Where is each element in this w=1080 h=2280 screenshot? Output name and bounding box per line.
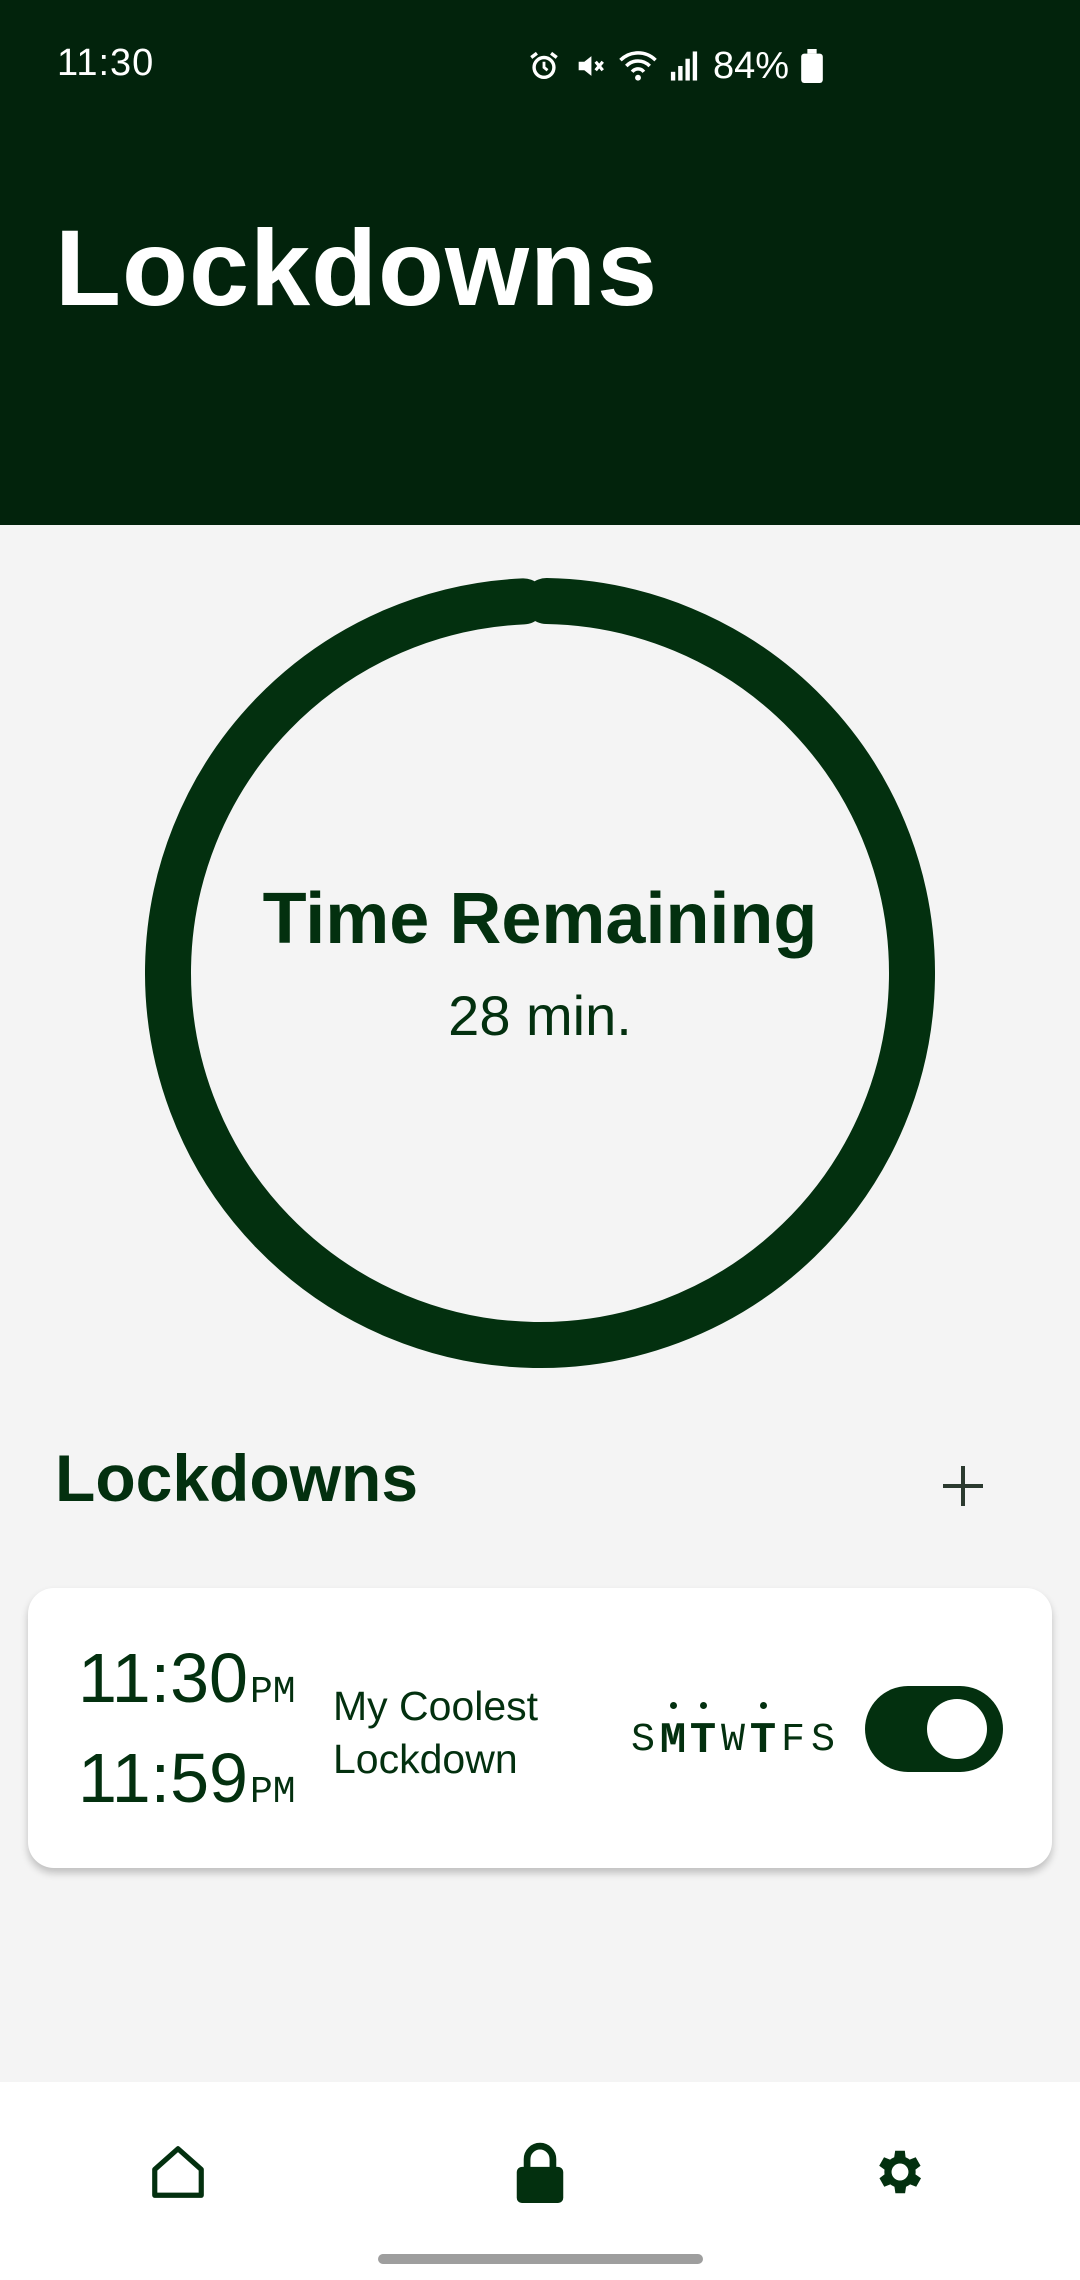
start-time-period: PM — [249, 1671, 296, 1714]
start-time-value: 11:30 — [78, 1639, 248, 1717]
progress-arc — [145, 578, 935, 1368]
section-title: Lockdowns — [55, 1441, 419, 1515]
day-tuesday: T — [688, 1702, 718, 1766]
lockdown-toggle[interactable] — [865, 1686, 1003, 1772]
battery-percent: 84% — [713, 44, 790, 87]
nav-home-button[interactable] — [138, 2132, 218, 2212]
day-monday: M — [658, 1702, 688, 1766]
wifi-icon — [619, 51, 657, 81]
bottom-nav — [0, 2082, 1080, 2280]
progress-ring — [145, 578, 935, 1368]
active-day-dot — [669, 1702, 677, 1709]
day-friday: F — [780, 1718, 805, 1763]
timer-title: Time Remaining — [262, 879, 818, 959]
day-tuesday-label: T — [689, 1716, 717, 1766]
day-thursday-label: T — [749, 1716, 777, 1766]
day-saturday: S — [810, 1718, 835, 1763]
signal-icon — [670, 51, 698, 81]
lockdown-name: My Coolest Lockdown — [333, 1680, 573, 1786]
gear-icon — [879, 2150, 922, 2194]
end-time: 11:59PM — [78, 1738, 296, 1818]
weekday-selector: S M T W T F S — [628, 1666, 838, 1766]
lock-icon — [516, 2142, 564, 2203]
timer-ring: Time Remaining 28 min. — [145, 578, 935, 1368]
screen: 11:30 84% Lockdowns Time Remaining 28 mi… — [0, 0, 1080, 2280]
end-time-value: 11:59 — [78, 1739, 248, 1817]
battery-icon — [801, 49, 823, 83]
plus-icon — [943, 1466, 983, 1506]
day-thursday: T — [748, 1702, 778, 1766]
home-indicator[interactable] — [378, 2254, 703, 2264]
day-sunday: S — [630, 1718, 655, 1763]
lockdown-card[interactable]: 11:30PM 11:59PM My Coolest Lockdown S M … — [28, 1588, 1052, 1868]
add-lockdown-button[interactable] — [925, 1448, 1001, 1524]
day-wednesday: W — [720, 1718, 745, 1763]
nav-settings-button[interactable] — [860, 2132, 940, 2212]
toggle-knob — [927, 1699, 987, 1759]
day-monday-label: M — [659, 1716, 687, 1766]
status-icons: 84% — [527, 44, 823, 88]
start-time: 11:30PM — [78, 1638, 296, 1718]
lockdown-name-line2: Lockdown — [333, 1736, 518, 1782]
mute-icon — [578, 56, 604, 76]
status-time: 11:30 — [57, 42, 155, 84]
lockdown-name-line1: My Coolest — [333, 1683, 539, 1729]
status-bar: 11:30 84% — [0, 0, 1080, 130]
end-time-period: PM — [249, 1771, 296, 1814]
timer-value: 28 min. — [448, 984, 632, 1047]
alarm-icon — [530, 51, 558, 80]
home-icon — [152, 2146, 204, 2198]
nav-lockdowns-button[interactable] — [500, 2132, 580, 2212]
active-day-dot — [699, 1702, 707, 1709]
app-header: 11:30 84% Lockdowns — [0, 0, 1080, 525]
active-day-dot — [759, 1702, 767, 1709]
page-title: Lockdowns — [55, 207, 659, 328]
